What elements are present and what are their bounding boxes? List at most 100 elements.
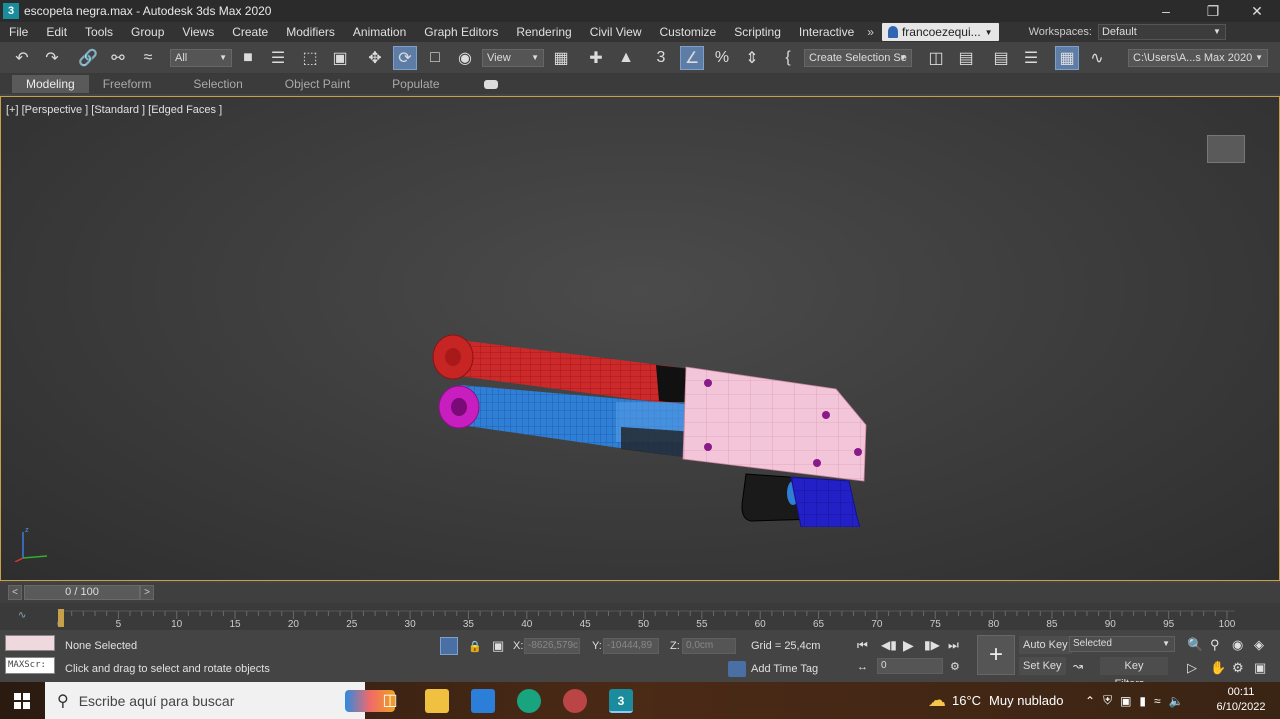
user-account-dropdown[interactable]: francoezequi... ▼	[881, 23, 999, 41]
maximize-viewport-icon[interactable]: ▣	[1254, 660, 1266, 676]
menu-group[interactable]: Group	[122, 22, 173, 42]
placement-icon[interactable]: ◉	[453, 46, 477, 70]
chevron-up-icon[interactable]: ⌃	[1085, 694, 1095, 708]
add-time-tag[interactable]: Add Time Tag	[751, 663, 818, 675]
undo-icon[interactable]: ↶	[10, 46, 34, 70]
select-object-icon[interactable]: ■	[236, 46, 260, 70]
menu-graph-editors[interactable]: Graph Editors	[415, 22, 507, 42]
spinner-snap-icon[interactable]: ⇕	[740, 46, 764, 70]
lock-icon[interactable]: 🔒	[468, 640, 482, 653]
file-explorer-icon[interactable]	[425, 689, 449, 713]
edit-named-selection-icon[interactable]: {	[776, 46, 800, 70]
snaps-toggle-icon[interactable]: 3	[649, 46, 673, 70]
layer-explorer-icon[interactable]: ☰	[1019, 46, 1043, 70]
edge-browser-icon[interactable]	[517, 689, 541, 713]
meet-now-icon[interactable]: ▣	[1120, 694, 1131, 708]
zoom-all-icon[interactable]: ⚲	[1210, 637, 1220, 653]
isolate-selection-icon[interactable]	[440, 637, 458, 655]
windows-start-button[interactable]	[0, 682, 44, 719]
keyboard-shortcut-override-icon[interactable]: ▲	[614, 46, 638, 70]
toggle-ribbon-icon[interactable]: ▦	[1055, 46, 1079, 70]
weather-widget[interactable]: ☁ 16°C Muy nublado	[928, 682, 1064, 719]
time-slider-prev-button[interactable]: <	[8, 585, 22, 600]
set-key-button[interactable]: Set Key	[1019, 657, 1066, 675]
close-button[interactable]: ✕	[1234, 0, 1280, 22]
named-selection-select[interactable]: Create Selection Se ▼	[804, 49, 912, 67]
time-tag-icon[interactable]	[728, 661, 746, 677]
align-icon[interactable]: ▤	[954, 46, 978, 70]
window-crossing-icon[interactable]: ▣	[328, 46, 352, 70]
current-frame-field[interactable]: 0	[877, 658, 943, 674]
menu-rendering[interactable]: Rendering	[507, 22, 580, 42]
scene-explorer-icon[interactable]: ▤	[989, 46, 1013, 70]
task-view-icon[interactable]: ◫	[378, 689, 402, 713]
absolute-mode-icon[interactable]: ▣	[492, 638, 504, 654]
auto-key-button[interactable]: Auto Key	[1019, 636, 1072, 654]
set-keys-icon[interactable]: +	[977, 635, 1015, 675]
viewcube-icon[interactable]	[1207, 135, 1245, 163]
selection-filter-select[interactable]: All ▼	[170, 49, 232, 67]
shotgun-model[interactable]	[421, 227, 891, 527]
pan-view-icon[interactable]: ✋	[1210, 660, 1226, 676]
scale-icon[interactable]: □	[423, 46, 447, 70]
menu-overflow-button[interactable]: »	[863, 25, 878, 39]
menu-modifiers[interactable]: Modifiers	[277, 22, 344, 42]
minimize-button[interactable]: –	[1143, 0, 1189, 22]
next-frame-icon[interactable]: ▮▶	[924, 638, 940, 652]
menu-customize[interactable]: Customize	[651, 22, 726, 42]
time-slider[interactable]: 0 / 100	[24, 585, 140, 600]
zoom-icon[interactable]: 🔍	[1187, 637, 1203, 653]
orbit-icon[interactable]: ⚙	[1232, 660, 1244, 676]
maxscript-listener-pink[interactable]	[5, 635, 55, 651]
menu-tools[interactable]: Tools	[76, 22, 122, 42]
3dsmax-taskbar-icon[interactable]: 3	[609, 689, 633, 713]
menu-scripting[interactable]: Scripting	[725, 22, 790, 42]
tab-populate[interactable]: Populate	[378, 75, 453, 93]
track-bar[interactable]: ∿ 05101520253035404550556065707580859095…	[0, 603, 1280, 630]
move-icon[interactable]: ✥	[363, 46, 387, 70]
menu-interactive[interactable]: Interactive	[790, 22, 863, 42]
go-to-start-icon[interactable]: ⏮	[857, 638, 868, 653]
bind-space-warp-icon[interactable]: ≈	[136, 46, 160, 70]
key-filter-selection-select[interactable]: Selected ▼	[1069, 636, 1175, 652]
link-icon[interactable]: 🔗	[76, 46, 100, 70]
go-to-end-icon[interactable]: ⏭	[948, 638, 959, 653]
time-slider-next-button[interactable]: >	[140, 585, 154, 600]
percent-snap-icon[interactable]: %	[710, 46, 734, 70]
app-icon[interactable]	[563, 689, 587, 713]
maxscript-mini-listener[interactable]: MAXScr:	[5, 657, 55, 674]
wifi-icon[interactable]: ≈	[1154, 694, 1161, 708]
key-mode-toggle-icon[interactable]: ↔	[857, 661, 868, 673]
menu-create[interactable]: Create	[223, 22, 277, 42]
select-manipulate-icon[interactable]: ✚	[584, 46, 608, 70]
pistol-grip[interactable]	[790, 476, 876, 527]
time-cursor[interactable]	[58, 609, 64, 627]
viewport-label[interactable]: [+] [Perspective ] [Standard ] [Edged Fa…	[6, 104, 222, 116]
menu-edit[interactable]: Edit	[37, 22, 76, 42]
menu-views[interactable]: Views	[173, 22, 223, 42]
battery-icon[interactable]: ▮	[1139, 694, 1146, 708]
redo-icon[interactable]: ↷	[40, 46, 64, 70]
taskbar-search-box[interactable]: ⚲ Escribe aquí para buscar	[45, 682, 395, 719]
tab-selection[interactable]: Selection	[179, 75, 256, 93]
rectangular-selection-icon[interactable]: ⬚	[298, 46, 322, 70]
zoom-extents-all-icon[interactable]: ◈	[1254, 637, 1264, 653]
menu-civil-view[interactable]: Civil View	[581, 22, 651, 42]
pivot-center-icon[interactable]: ▦	[549, 46, 573, 70]
y-coordinate-field[interactable]: -10444,89	[603, 638, 659, 654]
z-coordinate-field[interactable]: 0,0cm	[682, 638, 736, 654]
volume-icon[interactable]: 🔈	[1169, 694, 1184, 708]
taskbar-clock[interactable]: 00:11 6/10/2022	[1212, 685, 1270, 715]
microsoft-store-icon[interactable]	[471, 689, 495, 713]
play-icon[interactable]: ▶	[903, 637, 914, 654]
previous-frame-icon[interactable]: ◀▮	[881, 638, 897, 652]
mirror-icon[interactable]: ◫	[924, 46, 948, 70]
curve-editor-icon[interactable]: ∿	[1085, 46, 1109, 70]
select-by-name-icon[interactable]: ☰	[266, 46, 290, 70]
3dsmax-app-icon[interactable]: 3	[3, 3, 19, 19]
rotate-icon[interactable]: ⟳	[393, 46, 417, 70]
menu-file[interactable]: File	[0, 22, 37, 42]
project-folder-select[interactable]: C:\Users\A...s Max 2020 ▼	[1128, 49, 1268, 67]
key-filters-button[interactable]: Key Filters...	[1100, 657, 1168, 690]
default-in-out-tangents-icon[interactable]: ↝	[1073, 659, 1083, 673]
